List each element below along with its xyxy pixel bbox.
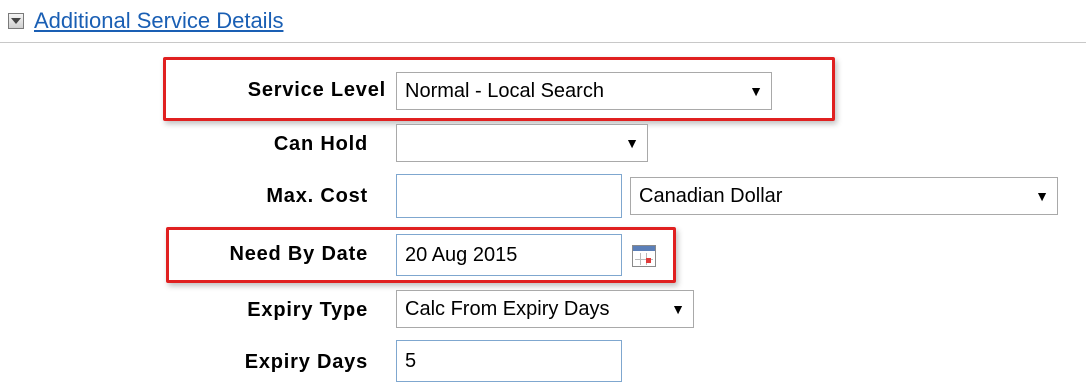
need-by-date-value: 20 Aug 2015 <box>405 243 518 266</box>
dropdown-arrow-icon: ▼ <box>749 83 763 99</box>
dropdown-arrow-icon: ▼ <box>1035 188 1049 204</box>
service-level-label: Service Level <box>247 79 386 101</box>
max-cost-input[interactable] <box>396 174 622 218</box>
can-hold-label: Can Hold <box>273 133 368 155</box>
need-by-date-label: Need By Date <box>229 243 368 265</box>
expiry-type-value: Calc From Expiry Days <box>405 297 610 320</box>
section-header: Additional Service Details <box>8 6 283 36</box>
currency-select[interactable]: Canadian Dollar ▼ <box>630 177 1058 215</box>
service-level-value: Normal - Local Search <box>405 79 604 102</box>
expiry-type-select[interactable]: Calc From Expiry Days ▼ <box>396 290 694 328</box>
need-by-date-input[interactable]: 20 Aug 2015 <box>396 234 622 276</box>
expiry-type-label: Expiry Type <box>247 299 368 321</box>
collapse-triangle-icon[interactable] <box>8 13 24 29</box>
service-level-select[interactable]: Normal - Local Search ▼ <box>396 72 772 110</box>
section-title-link[interactable]: Additional Service Details <box>34 8 283 34</box>
expiry-days-label: Expiry Days <box>244 351 368 373</box>
dropdown-arrow-icon: ▼ <box>671 301 685 317</box>
calendar-icon[interactable] <box>632 245 656 267</box>
expiry-days-value: 5 <box>405 349 417 372</box>
expiry-days-input[interactable]: 5 <box>396 340 622 382</box>
can-hold-select[interactable]: ▼ <box>396 124 648 162</box>
max-cost-label: Max. Cost <box>266 185 368 207</box>
currency-value: Canadian Dollar <box>639 184 783 207</box>
dropdown-arrow-icon: ▼ <box>625 135 639 151</box>
section-divider <box>0 42 1086 43</box>
